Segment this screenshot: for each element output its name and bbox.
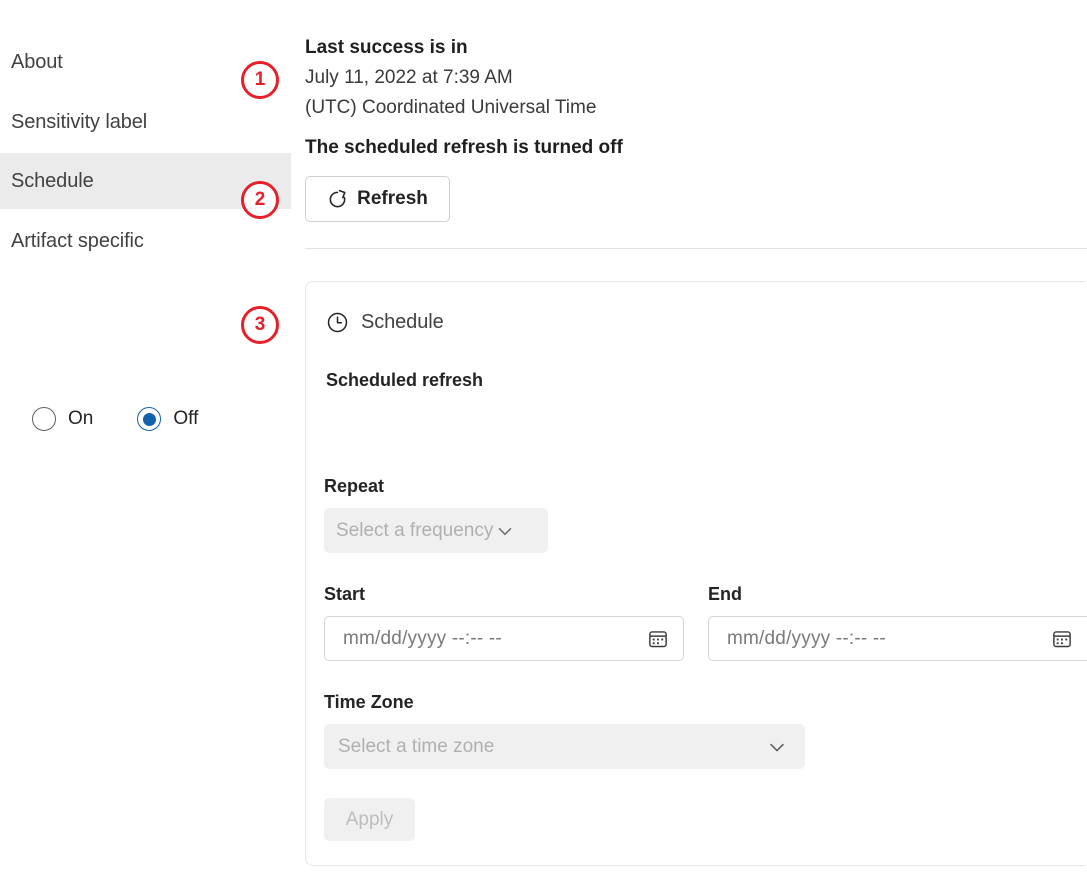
chevron-down-icon	[765, 735, 789, 759]
radio-circle-off[interactable]	[137, 407, 161, 431]
start-label: Start	[324, 584, 365, 605]
scheduled-refresh-label: Scheduled refresh	[326, 370, 483, 391]
apply-button[interactable]: Apply	[324, 798, 415, 841]
sidebar-item-sensitivity-label[interactable]: Sensitivity label	[0, 94, 291, 150]
radio-option-on[interactable]: On	[32, 407, 93, 431]
radio-circle-on[interactable]	[32, 407, 56, 431]
last-success-heading: Last success is in	[305, 33, 905, 63]
timezone-select[interactable]: Select a time zone	[324, 724, 805, 769]
scheduled-refresh-radio-group[interactable]: On Off	[32, 407, 198, 431]
annotation-badge-2: 2	[241, 181, 279, 219]
timezone-label: Time Zone	[324, 692, 414, 713]
last-success-datetime: July 11, 2022 at 7:39 AM	[305, 63, 905, 93]
refresh-icon	[327, 189, 348, 210]
schedule-card-header: Schedule	[326, 311, 444, 334]
sidebar-item-label: About	[11, 51, 63, 74]
last-refresh-status: Last success is in July 11, 2022 at 7:39…	[305, 33, 905, 123]
clock-icon	[326, 311, 349, 334]
radio-label-off: Off	[173, 408, 198, 430]
section-divider	[305, 248, 1087, 249]
settings-sidebar: About Sensitivity label Schedule Artifac…	[0, 0, 291, 895]
sidebar-item-label: Schedule	[11, 170, 94, 193]
timezone-select-value: Select a time zone	[338, 736, 494, 758]
calendar-icon[interactable]	[1051, 628, 1073, 650]
sidebar-item-artifact-specific[interactable]: Artifact specific	[0, 213, 291, 269]
calendar-icon[interactable]	[647, 628, 669, 650]
annotation-badge-1: 1	[241, 61, 279, 99]
frequency-select[interactable]: Select a frequency	[324, 508, 548, 553]
repeat-label: Repeat	[324, 476, 384, 497]
annotation-badge-3: 3	[241, 306, 279, 344]
sidebar-item-label: Sensitivity label	[11, 111, 147, 134]
start-datetime-placeholder: mm/dd/yyyy --:-- --	[343, 628, 502, 650]
schedule-card: Schedule Scheduled refresh	[305, 281, 1086, 866]
end-datetime-placeholder: mm/dd/yyyy --:-- --	[727, 628, 886, 650]
schedule-card-title: Schedule	[361, 311, 444, 334]
sidebar-item-label: Artifact specific	[11, 230, 144, 253]
radio-option-off[interactable]: Off	[137, 407, 198, 431]
end-label: End	[708, 584, 742, 605]
radio-dot-selected	[143, 413, 156, 426]
scheduled-refresh-state-text: The scheduled refresh is turned off	[305, 135, 623, 161]
chevron-down-icon	[494, 520, 516, 542]
refresh-button[interactable]: Refresh	[305, 176, 450, 222]
radio-label-on: On	[68, 408, 93, 430]
end-datetime-input[interactable]: mm/dd/yyyy --:-- --	[708, 616, 1087, 661]
apply-button-label: Apply	[346, 809, 394, 831]
frequency-select-value: Select a frequency	[336, 520, 493, 542]
refresh-button-label: Refresh	[357, 188, 428, 210]
last-success-timezone: (UTC) Coordinated Universal Time	[305, 93, 905, 123]
start-datetime-input[interactable]: mm/dd/yyyy --:-- --	[324, 616, 684, 661]
